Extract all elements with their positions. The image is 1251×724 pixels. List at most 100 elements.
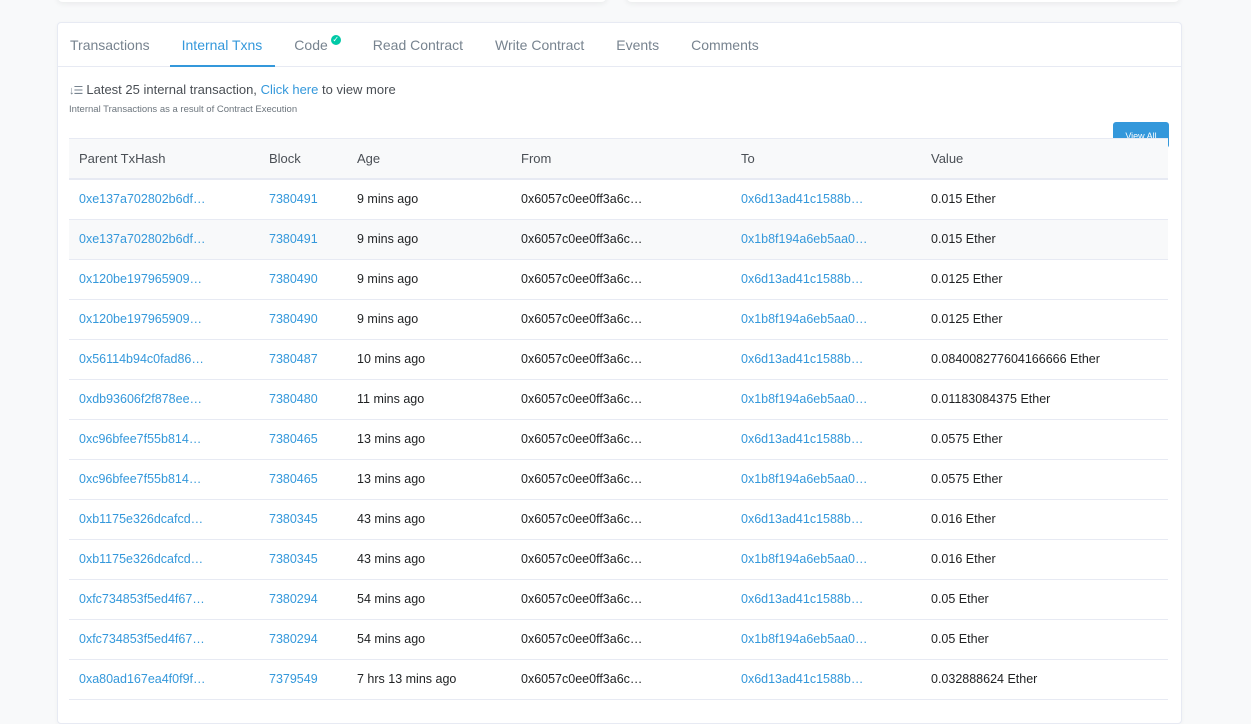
block-cell: 7380490 bbox=[259, 299, 347, 340]
from-address: 0x6057c0ee0ff3a6c… bbox=[511, 499, 731, 540]
to-address-link[interactable]: 0x6d13ad41c1588b… bbox=[741, 352, 863, 366]
to-address-link[interactable]: 0x6d13ad41c1588b… bbox=[741, 192, 863, 206]
parent-txhash-link[interactable]: 0xfc734853f5ed4f67… bbox=[79, 632, 205, 646]
parent-txhash-link[interactable]: 0xdb93606f2f878ee… bbox=[79, 392, 202, 406]
to-address-cell: 0x6d13ad41c1588b… bbox=[731, 659, 921, 700]
parent-txhash-link[interactable]: 0xfc734853f5ed4f67… bbox=[79, 592, 205, 606]
to-address-cell: 0x1b8f194a6eb5aa0… bbox=[731, 539, 921, 580]
parent-txhash-link[interactable]: 0xe137a702802b6df… bbox=[79, 232, 206, 246]
to-address-link[interactable]: 0x1b8f194a6eb5aa0… bbox=[741, 632, 868, 646]
info-section: ↓☰ Latest 25 internal transaction, Click … bbox=[58, 67, 1181, 148]
parent-txhash-link[interactable]: 0xb1175e326dcafcd… bbox=[79, 512, 203, 526]
to-address-cell: 0x1b8f194a6eb5aa0… bbox=[731, 299, 921, 340]
parent-txhash-link[interactable]: 0x120be197965909… bbox=[79, 272, 202, 286]
tab-transactions[interactable]: Transactions bbox=[69, 23, 166, 66]
from-address: 0x6057c0ee0ff3a6c… bbox=[521, 512, 643, 526]
header-from: From bbox=[521, 150, 552, 166]
block-link[interactable]: 7380490 bbox=[269, 272, 318, 286]
value-cell: 0.01183084375 Ether bbox=[921, 379, 1168, 420]
value-cell: 0.015 Ether bbox=[921, 219, 1168, 260]
to-address-link[interactable]: 0x6d13ad41c1588b… bbox=[741, 432, 863, 446]
tab-label: Events bbox=[616, 36, 660, 53]
age-cell: 43 mins ago bbox=[357, 512, 426, 526]
block-link[interactable]: 7380345 bbox=[269, 512, 318, 526]
header-parent-txhash: Parent TxHash bbox=[79, 150, 166, 166]
parent-txhash-cell: 0xe137a702802b6df… bbox=[69, 219, 259, 260]
tab-label: Comments bbox=[691, 36, 759, 53]
table-row: 0xe137a702802b6df… 7380491 9 mins ago 0x605… bbox=[69, 178, 1168, 220]
parent-txhash-link[interactable]: 0xc96bfee7f55b814… bbox=[79, 432, 201, 446]
block-link[interactable]: 7380491 bbox=[269, 232, 318, 246]
from-address: 0x6057c0ee0ff3a6c… bbox=[511, 299, 731, 340]
to-address-link[interactable]: 0x1b8f194a6eb5aa0… bbox=[741, 472, 868, 486]
parent-txhash-link[interactable]: 0x56114b94c0fad86… bbox=[79, 352, 204, 366]
to-address-link[interactable]: 0x6d13ad41c1588b… bbox=[741, 512, 863, 526]
tab-events[interactable]: Events bbox=[616, 23, 675, 66]
table-row: 0xfc734853f5ed4f67… 7380294 54 mins ago 0x6… bbox=[69, 619, 1168, 660]
from-address: 0x6057c0ee0ff3a6c… bbox=[511, 539, 731, 580]
to-address-link[interactable]: 0x6d13ad41c1588b… bbox=[741, 592, 863, 606]
parent-txhash-link[interactable]: 0xb1175e326dcafcd… bbox=[79, 552, 203, 566]
age-cell: 10 mins ago bbox=[347, 339, 511, 380]
age-cell: 9 mins ago bbox=[357, 192, 419, 206]
value-cell: 0.032888624 Ether bbox=[931, 672, 1038, 686]
to-address-link[interactable]: 0x6d13ad41c1588b… bbox=[741, 672, 863, 686]
to-address-link[interactable]: 0x6d13ad41c1588b… bbox=[741, 272, 863, 286]
header-age: Age bbox=[357, 150, 381, 166]
block-link[interactable]: 7380490 bbox=[269, 312, 318, 326]
parent-txhash-cell: 0xfc734853f5ed4f67… bbox=[69, 619, 259, 660]
value-cell: 0.0575 Ether bbox=[921, 419, 1168, 460]
to-address-link[interactable]: 0x1b8f194a6eb5aa0… bbox=[741, 552, 868, 566]
to-address-cell: 0x6d13ad41c1588b… bbox=[731, 499, 921, 540]
header-block: Block bbox=[269, 150, 301, 166]
parent-txhash-cell: 0xa80ad167ea4f0f9f… bbox=[69, 659, 259, 700]
to-address-cell: 0x6d13ad41c1588b… bbox=[731, 259, 921, 300]
block-cell: 7380491 bbox=[259, 219, 347, 260]
tab-internal-txns[interactable]: Internal Txns bbox=[169, 23, 279, 67]
value-cell: 0.015 Ether bbox=[931, 232, 996, 246]
value-cell: 0.016 Ether bbox=[921, 539, 1168, 580]
to-address-link[interactable]: 0x1b8f194a6eb5aa0… bbox=[741, 312, 868, 326]
age-cell: 9 mins ago bbox=[357, 232, 419, 246]
age-cell: 54 mins ago bbox=[357, 632, 426, 646]
from-address: 0x6057c0ee0ff3a6c… bbox=[511, 379, 731, 420]
info-subtitle: Internal Transactions as a result of Con… bbox=[69, 104, 298, 115]
tab-code[interactable]: Code ✓ bbox=[294, 23, 356, 66]
top-card-left bbox=[57, 0, 607, 2]
click-here-link[interactable]: Click here bbox=[261, 82, 319, 97]
block-link[interactable]: 7380491 bbox=[269, 192, 318, 206]
tab-comments[interactable]: Comments bbox=[691, 23, 775, 66]
table-row: 0xc96bfee7f55b814… 7380465 13 mins ago 0x60… bbox=[69, 459, 1168, 500]
parent-txhash-link[interactable]: 0xc96bfee7f55b814… bbox=[79, 472, 201, 486]
tab-write-contract[interactable]: Write Contract bbox=[495, 23, 600, 66]
to-address-link[interactable]: 0x1b8f194a6eb5aa0… bbox=[741, 232, 868, 246]
tab-read-contract[interactable]: Read Contract bbox=[373, 23, 479, 66]
block-link[interactable]: 7380294 bbox=[269, 592, 318, 606]
parent-txhash-link[interactable]: 0x120be197965909… bbox=[79, 312, 202, 326]
from-address: 0x6057c0ee0ff3a6c… bbox=[521, 472, 643, 486]
block-link[interactable]: 7380465 bbox=[269, 472, 318, 486]
parent-txhash-cell: 0x56114b94c0fad86… bbox=[69, 339, 259, 380]
parent-txhash-link[interactable]: 0xe137a702802b6df… bbox=[79, 192, 206, 206]
value-cell: 0.0125 Ether bbox=[921, 299, 1168, 340]
parent-txhash-cell: 0xe137a702802b6df… bbox=[69, 178, 259, 220]
from-address: 0x6057c0ee0ff3a6c… bbox=[511, 659, 731, 700]
block-link[interactable]: 7380465 bbox=[269, 432, 318, 446]
block-link[interactable]: 7380487 bbox=[269, 352, 318, 366]
table-row: 0x120be197965909… 7380490 9 mins ago 0x6057… bbox=[69, 299, 1168, 340]
block-link[interactable]: 7380345 bbox=[269, 552, 318, 566]
age-cell: 9 mins ago bbox=[347, 178, 511, 220]
block-link[interactable]: 7379549 bbox=[269, 672, 318, 686]
table-row: 0x56114b94c0fad86… 7380487 10 mins ago 0x60… bbox=[69, 339, 1168, 380]
to-address-cell: 0x1b8f194a6eb5aa0… bbox=[731, 379, 921, 420]
to-address-cell: 0x6d13ad41c1588b… bbox=[731, 419, 921, 460]
to-address-cell: 0x6d13ad41c1588b… bbox=[731, 178, 921, 220]
block-link[interactable]: 7380294 bbox=[269, 632, 318, 646]
age-cell: 9 mins ago bbox=[347, 259, 511, 300]
age-cell: 43 mins ago bbox=[347, 539, 511, 580]
to-address-link[interactable]: 0x1b8f194a6eb5aa0… bbox=[741, 392, 868, 406]
parent-txhash-link[interactable]: 0xa80ad167ea4f0f9f… bbox=[79, 672, 206, 686]
block-link[interactable]: 7380480 bbox=[269, 392, 318, 406]
value-cell: 0.05 Ether bbox=[921, 579, 1168, 620]
from-address: 0x6057c0ee0ff3a6c… bbox=[521, 392, 643, 406]
